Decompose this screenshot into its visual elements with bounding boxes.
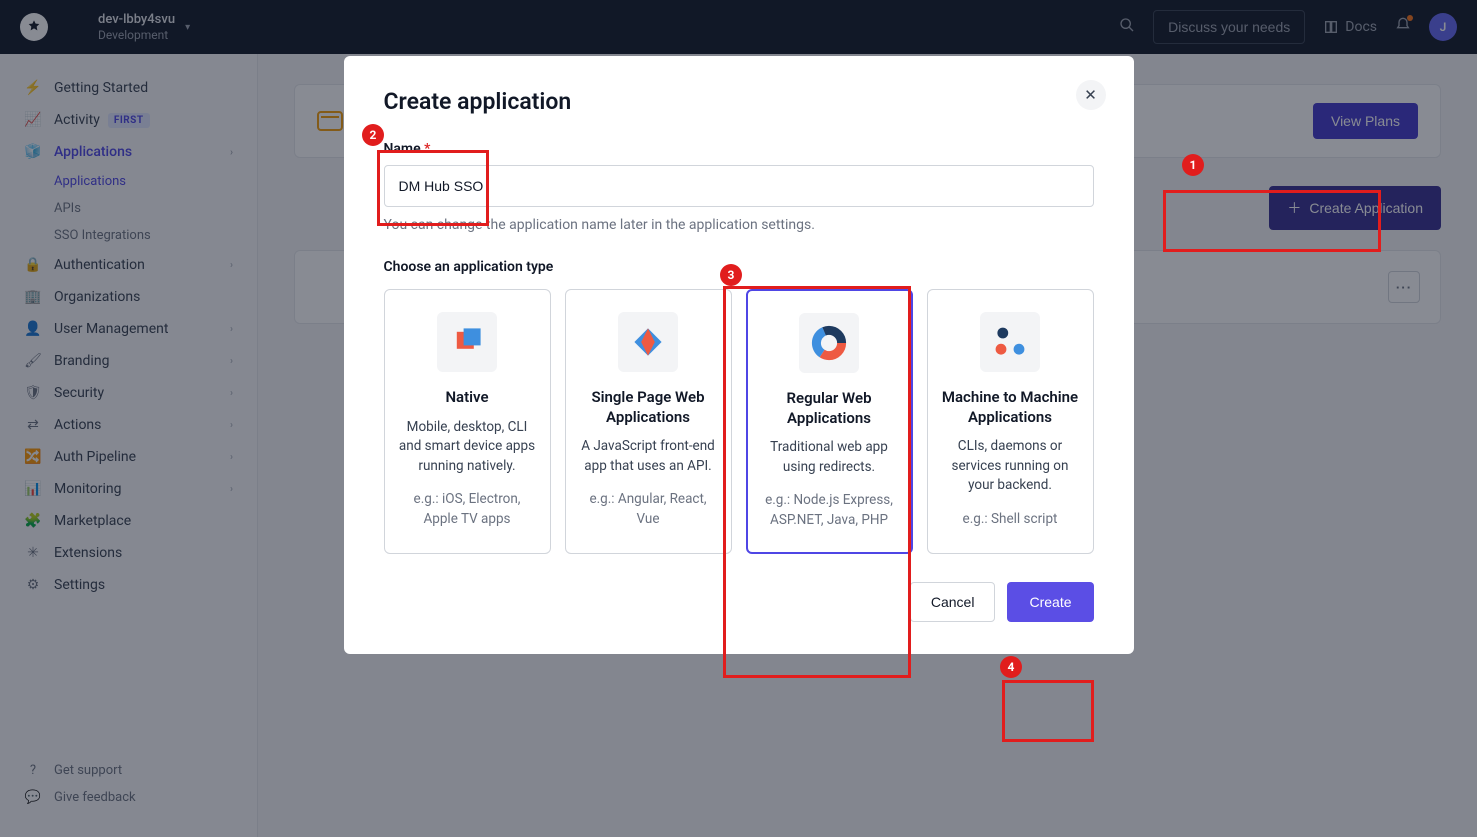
modal-title: Create application (384, 88, 1094, 115)
app-type-icon (437, 312, 497, 372)
app-type-card-3[interactable]: Machine to Machine Applications CLIs, da… (927, 289, 1094, 554)
cancel-button[interactable]: Cancel (910, 582, 996, 622)
close-button[interactable]: ✕ (1076, 80, 1106, 110)
app-type-card-2[interactable]: Regular Web Applications Traditional web… (746, 289, 913, 554)
app-type-card-0[interactable]: Native Mobile, desktop, CLI and smart de… (384, 289, 551, 554)
application-name-input[interactable] (384, 165, 1094, 207)
create-button[interactable]: Create (1007, 582, 1093, 622)
required-asterisk: * (424, 141, 430, 157)
app-type-examples: e.g.: iOS, Electron, Apple TV apps (399, 490, 536, 529)
app-type-icon (799, 313, 859, 373)
app-type-icon (618, 312, 678, 372)
app-type-title: Regular Web Applications (762, 389, 897, 428)
app-type-examples: e.g.: Angular, React, Vue (580, 490, 717, 529)
type-label: Choose an application type (384, 259, 1094, 275)
app-type-title: Native (399, 388, 536, 408)
app-type-desc: Traditional web app using redirects. (762, 438, 897, 477)
application-type-grid: Native Mobile, desktop, CLI and smart de… (384, 289, 1094, 554)
app-type-desc: CLIs, daemons or services running on you… (942, 437, 1079, 496)
app-type-title: Machine to Machine Applications (942, 388, 1079, 427)
app-type-desc: A JavaScript front-end app that uses an … (580, 437, 717, 476)
app-type-desc: Mobile, desktop, CLI and smart device ap… (399, 418, 536, 477)
app-type-title: Single Page Web Applications (580, 388, 717, 427)
name-hint: You can change the application name late… (384, 217, 1094, 233)
create-application-modal: Create application ✕ Name * You can chan… (344, 56, 1134, 654)
modal-actions: Cancel Create (384, 582, 1094, 622)
modal-overlay: Create application ✕ Name * You can chan… (0, 0, 1477, 837)
app-type-card-1[interactable]: Single Page Web Applications A JavaScrip… (565, 289, 732, 554)
app-type-icon (980, 312, 1040, 372)
app-type-examples: e.g.: Shell script (942, 510, 1079, 530)
name-label: Name * (384, 141, 1094, 157)
app-type-examples: e.g.: Node.js Express, ASP.NET, Java, PH… (762, 491, 897, 530)
